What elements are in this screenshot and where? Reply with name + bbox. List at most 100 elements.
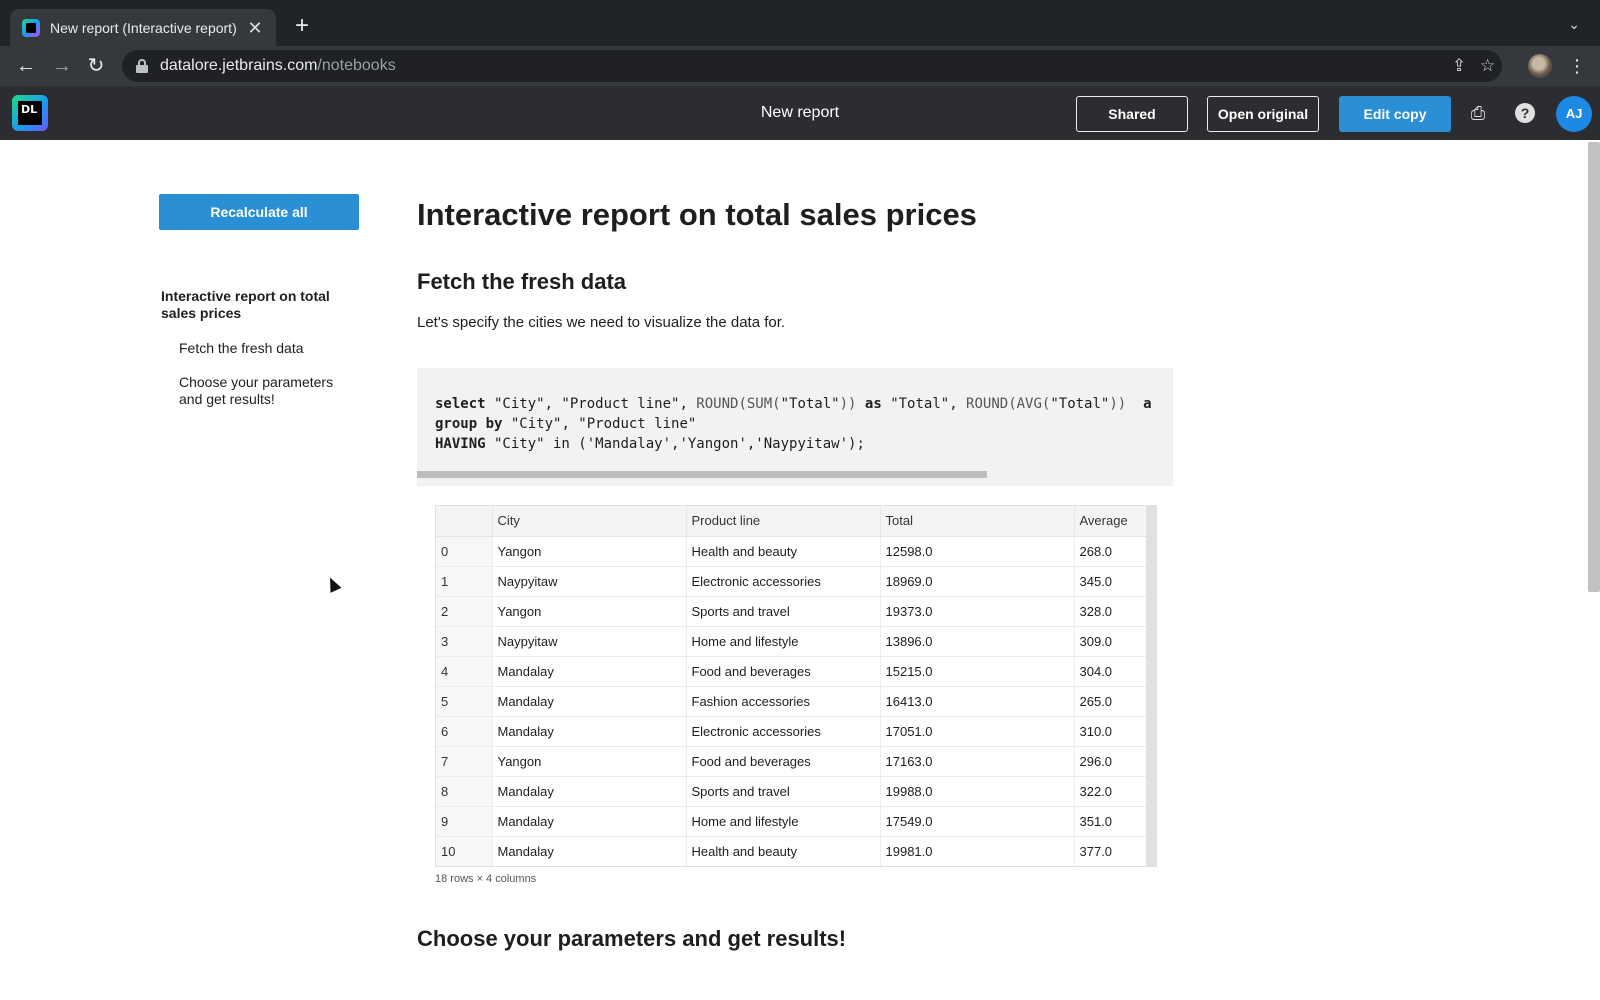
report-title: New report xyxy=(760,104,840,121)
sql-code: select "City", "Product line", ROUND(SUM… xyxy=(435,394,1152,454)
code-keyword: HAVING xyxy=(435,436,486,452)
table-row: 3 Naypyitaw Home and lifestyle 13896.0 309.0 xyxy=(436,626,1155,657)
cell-total: 17163.0 xyxy=(880,746,1075,777)
cell-index: 2 xyxy=(436,596,493,627)
cell-total: 15215.0 xyxy=(880,656,1075,687)
reload-icon[interactable]: ↻ xyxy=(84,54,108,78)
cell-city: Mandalay xyxy=(492,686,687,717)
cell-product-line: Home and lifestyle xyxy=(686,806,881,837)
edit-copy-button[interactable]: Edit copy xyxy=(1339,96,1451,132)
back-arrow-icon[interactable]: ← xyxy=(14,54,38,78)
cell-city: Mandalay xyxy=(492,656,687,687)
forward-arrow-icon[interactable]: → xyxy=(50,54,74,78)
cell-average: 265.0 xyxy=(1074,686,1155,717)
toc-item-choose-parameters[interactable]: Choose your parameters and get results! xyxy=(179,374,349,408)
tab-search-chevron-icon[interactable]: ⌄ xyxy=(1568,16,1580,33)
url-path: /notebooks xyxy=(317,57,396,74)
cell-city: Naypyitaw xyxy=(492,566,687,597)
toc-item-fetch-data[interactable]: Fetch the fresh data xyxy=(179,340,361,357)
sql-code-cell[interactable]: select "City", "Product line", ROUND(SUM… xyxy=(417,368,1173,486)
cell-city: Naypyitaw xyxy=(492,626,687,657)
app-header: DL New report Shared Open original Edit … xyxy=(0,86,1600,140)
cell-product-line: Food and beverages xyxy=(686,746,881,777)
open-original-button[interactable]: Open original xyxy=(1207,96,1319,132)
table-row: 7 Yangon Food and beverages 17163.0 296.0 xyxy=(436,746,1155,777)
browser-toolbar: ← → ↻ datalore.jetbrains.com/notebooks ⇪… xyxy=(0,46,1600,86)
code-keyword: group by xyxy=(435,416,503,432)
cell-index: 5 xyxy=(436,686,493,717)
recalculate-all-button[interactable]: Recalculate all xyxy=(159,194,359,230)
section-heading-fetch-data: Fetch the fresh data xyxy=(417,269,627,294)
close-tab-icon[interactable]: ✕ xyxy=(246,19,264,37)
code-text: "Total" xyxy=(1050,396,1110,412)
lock-icon[interactable] xyxy=(136,59,148,73)
column-header-product-line[interactable]: Product line xyxy=(686,506,881,537)
table-row: 8 Mandalay Sports and travel 19988.0 322.0 xyxy=(436,776,1155,807)
cell-average: 322.0 xyxy=(1074,776,1155,807)
code-horizontal-scrollbar[interactable] xyxy=(417,471,987,478)
column-header-average[interactable]: Average xyxy=(1074,506,1155,537)
datalore-logo-text: DL xyxy=(18,101,42,125)
cell-average: 268.0 xyxy=(1074,536,1155,567)
browser-tab[interactable]: New report (Interactive report) ✕ xyxy=(10,9,276,46)
code-text: "Total", xyxy=(890,396,967,412)
cell-average: 351.0 xyxy=(1074,806,1155,837)
cell-index: 6 xyxy=(436,716,493,747)
cell-average: 309.0 xyxy=(1074,626,1155,657)
cell-total: 18969.0 xyxy=(880,566,1075,597)
cell-product-line: Sports and travel xyxy=(686,596,881,627)
tab-title: New report (Interactive report) xyxy=(50,19,237,36)
page-title: Interactive report on total sales prices xyxy=(417,197,977,232)
browser-profile-avatar[interactable] xyxy=(1528,54,1552,78)
page-scrollbar[interactable] xyxy=(1588,142,1600,592)
cell-index: 0 xyxy=(436,536,493,567)
table-header-row: City Product line Total Average xyxy=(436,506,1155,537)
cell-index: 1 xyxy=(436,566,493,597)
user-avatar[interactable]: AJ xyxy=(1556,96,1592,132)
table-row: 9 Mandalay Home and lifestyle 17549.0 351.0 xyxy=(436,806,1155,837)
cell-product-line: Health and beauty xyxy=(686,836,881,866)
browser-tab-bar: New report (Interactive report) ✕ + ⌄ xyxy=(0,0,1600,46)
cell-total: 19373.0 xyxy=(880,596,1075,627)
column-header-city[interactable]: City xyxy=(492,506,687,537)
bookmark-star-icon[interactable]: ☆ xyxy=(1480,56,1495,76)
table-row-count: 18 rows × 4 columns xyxy=(435,873,537,885)
datalore-logo[interactable]: DL xyxy=(12,95,48,131)
shared-button[interactable]: Shared xyxy=(1076,96,1188,132)
code-text: "City", "Product line" xyxy=(502,416,697,432)
section-heading-choose-parameters: Choose your parameters and get results! xyxy=(417,926,847,951)
code-text: a xyxy=(1126,396,1152,412)
code-function: )) xyxy=(839,396,857,412)
cell-city: Yangon xyxy=(492,746,687,777)
cell-index: 7 xyxy=(436,746,493,777)
cell-average: 304.0 xyxy=(1074,656,1155,687)
cell-city: Mandalay xyxy=(492,806,687,837)
cell-index: 10 xyxy=(436,836,493,866)
cell-index: 9 xyxy=(436,806,493,837)
address-bar[interactable]: datalore.jetbrains.com/notebooks ⇪ ☆ xyxy=(122,50,1502,82)
table-vertical-scrollbar[interactable] xyxy=(1146,506,1156,866)
new-tab-icon[interactable]: + xyxy=(290,14,314,38)
cell-city: Yangon xyxy=(492,536,687,567)
cell-city: Mandalay xyxy=(492,716,687,747)
cell-product-line: Fashion accessories xyxy=(686,686,881,717)
cell-city: Mandalay xyxy=(492,836,687,866)
browser-menu-icon[interactable]: ⋮ xyxy=(1568,54,1586,78)
cell-total: 17051.0 xyxy=(880,716,1075,747)
help-icon[interactable]: ? xyxy=(1515,103,1535,123)
table-row: 0 Yangon Health and beauty 12598.0 268.0 xyxy=(436,536,1155,567)
cell-average: 377.0 xyxy=(1074,836,1155,866)
datalore-favicon-icon xyxy=(22,18,40,37)
toc-item-report-title[interactable]: Interactive report on total sales prices xyxy=(161,288,361,322)
cell-product-line: Home and lifestyle xyxy=(686,626,881,657)
code-function: ROUND(AVG( xyxy=(966,396,1051,412)
cell-product-line: Sports and travel xyxy=(686,776,881,807)
share-icon[interactable]: ⇪ xyxy=(1452,56,1466,76)
print-icon[interactable]: ⎙ xyxy=(1467,102,1489,124)
cell-index: 4 xyxy=(436,656,493,687)
cell-total: 16413.0 xyxy=(880,686,1075,717)
code-function: )) xyxy=(1109,396,1127,412)
column-header-total[interactable]: Total xyxy=(880,506,1075,537)
code-text: "City" in ('Mandalay','Yangon','Naypyita… xyxy=(485,436,865,452)
cell-average: 328.0 xyxy=(1074,596,1155,627)
